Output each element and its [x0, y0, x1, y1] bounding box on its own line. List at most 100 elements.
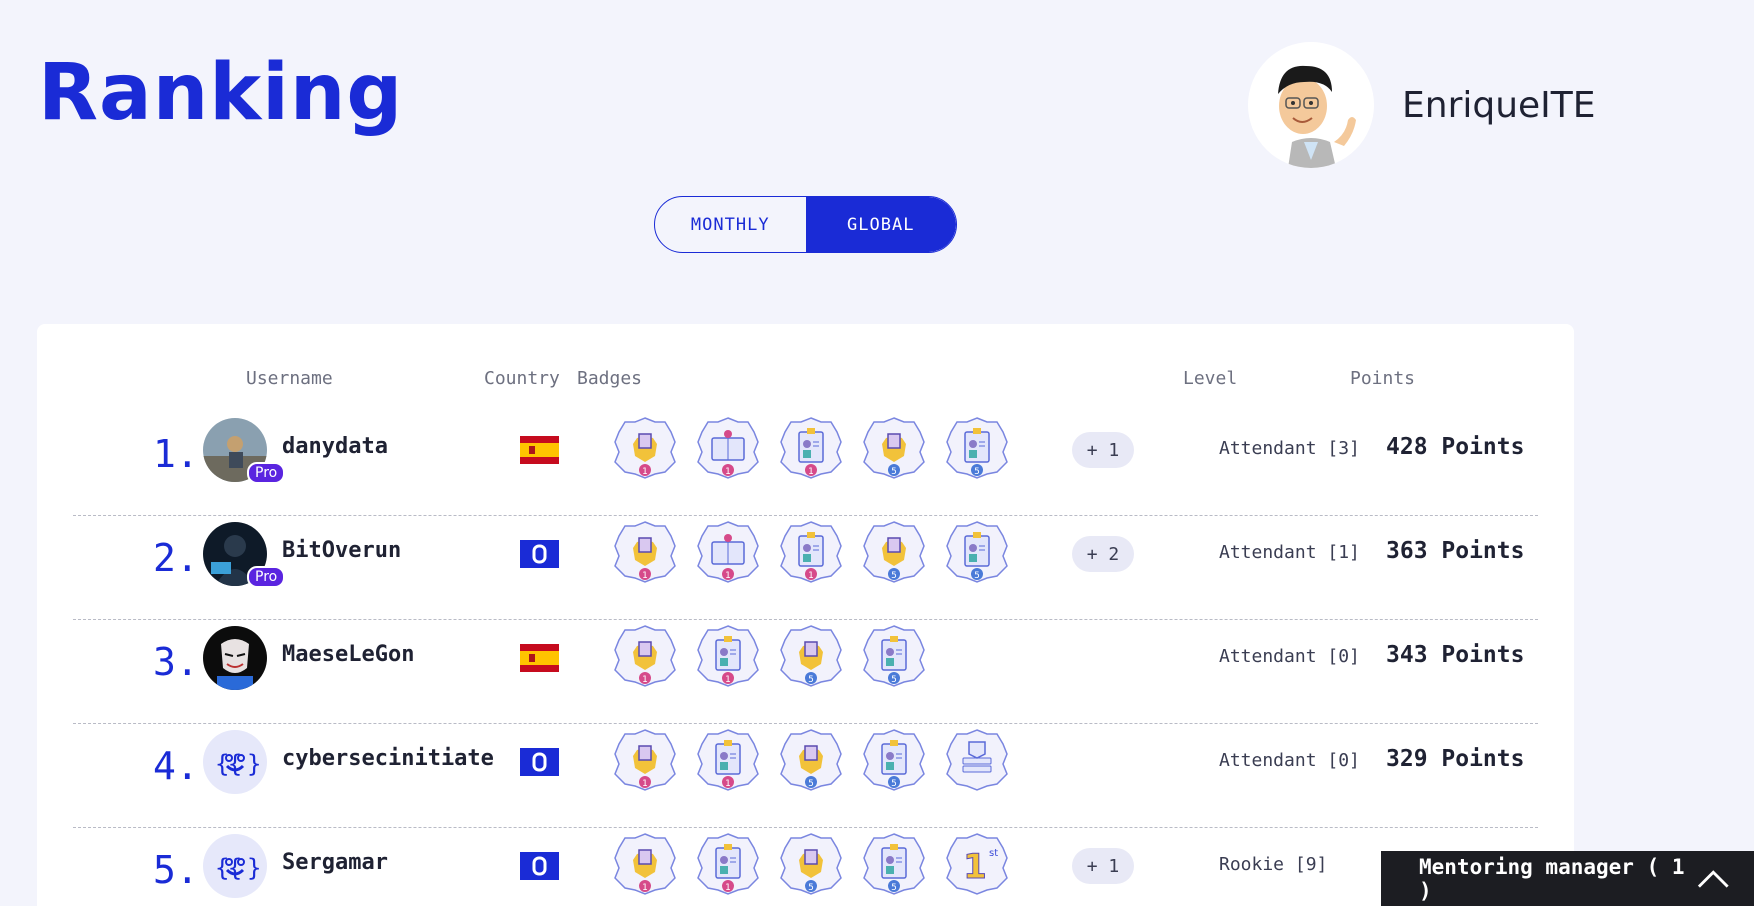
- id-card-1-badge-icon[interactable]: 1: [779, 520, 843, 584]
- svg-text:1: 1: [725, 883, 731, 893]
- svg-text:5: 5: [974, 571, 980, 581]
- tab-global[interactable]: GLOBAL: [805, 197, 956, 252]
- id-card-5-badge-icon[interactable]: 5: [862, 832, 926, 896]
- id-card-1-badge-icon[interactable]: 1: [779, 416, 843, 480]
- id-card-1-badge-icon[interactable]: 1: [696, 728, 760, 792]
- pro-badge: Pro: [247, 566, 286, 588]
- username[interactable]: danydata: [282, 434, 388, 459]
- svg-text:1: 1: [963, 847, 987, 887]
- id-card-5-badge-icon[interactable]: 5: [862, 728, 926, 792]
- page-title: Ranking: [38, 48, 404, 138]
- id-card-5-badge-icon[interactable]: 5: [945, 416, 1009, 480]
- id-card-1-badge-icon[interactable]: 1: [696, 832, 760, 896]
- svg-text:5: 5: [808, 779, 814, 789]
- column-header-level: Level: [1183, 368, 1238, 389]
- tab-monthly[interactable]: MONTHLY: [655, 197, 806, 252]
- svg-text:5: 5: [891, 883, 897, 893]
- level-label: Attendant [0]: [1219, 646, 1360, 667]
- points-value: 329 Points: [1386, 746, 1525, 772]
- badge-list: 1 1 5 5: [613, 728, 1009, 792]
- fist-gear-5-badge-icon[interactable]: 5: [779, 832, 843, 896]
- table-row[interactable]: 2. Pro BitOverun 11155 + 2 Attendant [1]…: [73, 516, 1538, 620]
- id-card-5-badge-icon[interactable]: 5: [862, 624, 926, 688]
- svg-text:5: 5: [974, 467, 980, 477]
- badge-list: 1 1 1 5 5: [613, 416, 1009, 480]
- fist-gear-1-badge-icon[interactable]: 1: [613, 728, 677, 792]
- table-row[interactable]: 4. {{} cybersecinitiate 1155 Attendant […: [73, 724, 1538, 828]
- mentoring-manager-bar[interactable]: Mentoring manager ( 1 ): [1381, 851, 1754, 906]
- points-value: 363 Points: [1386, 538, 1525, 564]
- ranking-period-toggle[interactable]: MONTHLY GLOBAL: [654, 196, 957, 253]
- svg-text:5: 5: [891, 467, 897, 477]
- svg-text:1: 1: [808, 571, 814, 581]
- svg-text:}: }: [247, 854, 261, 882]
- svg-text:5: 5: [808, 675, 814, 685]
- user-avatar[interactable]: [1248, 42, 1374, 168]
- svg-text:5: 5: [891, 571, 897, 581]
- spain-flag-icon: [520, 436, 559, 464]
- ranking-table: Username Country Badges Level Points 1. …: [37, 324, 1574, 906]
- user-avatar[interactable]: {{}: [203, 834, 267, 898]
- fist-gear-1-badge-icon[interactable]: 1: [613, 520, 677, 584]
- fist-gear-5-badge-icon[interactable]: 5: [862, 520, 926, 584]
- more-badges-button[interactable]: + 1: [1072, 848, 1134, 884]
- column-header-username: Username: [246, 368, 333, 389]
- fist-gear-5-badge-icon[interactable]: 5: [779, 728, 843, 792]
- column-header-country: Country: [484, 368, 560, 389]
- user-avatar[interactable]: Pro: [203, 418, 286, 484]
- fist-gear-5-badge-icon[interactable]: 5: [779, 624, 843, 688]
- bitmoji-avatar-icon: [1248, 42, 1374, 168]
- map-book-1-badge-icon[interactable]: 1: [696, 416, 760, 480]
- table-row[interactable]: 5. {{} Sergamar 11551st + 1 Rookie [9] 2…: [73, 828, 1538, 906]
- svg-text:st: st: [989, 848, 998, 859]
- user-avatar[interactable]: [203, 626, 267, 690]
- svg-text:1: 1: [725, 779, 731, 789]
- id-card-1-badge-icon[interactable]: 1: [696, 624, 760, 688]
- first-place-badge-icon[interactable]: 1st: [945, 832, 1009, 896]
- level-label: Attendant [1]: [1219, 542, 1360, 563]
- fist-gear-1-badge-icon[interactable]: 1: [613, 624, 677, 688]
- mentoring-manager-label: Mentoring manager ( 1 ): [1419, 854, 1685, 903]
- user-name[interactable]: EnriqueITE: [1402, 85, 1596, 126]
- svg-text:5: 5: [891, 779, 897, 789]
- svg-text:{: {: [215, 750, 229, 778]
- svg-text:{: {: [215, 854, 229, 882]
- username[interactable]: MaeseLeGon: [282, 642, 414, 667]
- fist-gear-5-badge-icon[interactable]: 5: [862, 416, 926, 480]
- unknown-flag-icon: [520, 540, 559, 568]
- map-book-1-badge-icon[interactable]: 1: [696, 520, 760, 584]
- column-header-points: Points: [1350, 368, 1416, 389]
- fist-gear-1-badge-icon[interactable]: 1: [613, 416, 677, 480]
- pro-badge: Pro: [247, 462, 286, 484]
- level-label: Attendant [0]: [1219, 750, 1360, 771]
- svg-text:1: 1: [642, 675, 648, 685]
- level-label: Attendant [3]: [1219, 438, 1360, 459]
- table-row[interactable]: 3. MaeseLeGon 1155 Attendant [0] 343 Poi…: [73, 620, 1538, 724]
- points-value: 428 Points: [1386, 434, 1525, 460]
- username[interactable]: cybersecinitiate: [282, 746, 494, 771]
- svg-text:1: 1: [642, 883, 648, 893]
- user-avatar[interactable]: Pro: [203, 522, 286, 588]
- id-card-5-badge-icon[interactable]: 5: [945, 520, 1009, 584]
- user-avatar[interactable]: {{}: [203, 730, 267, 794]
- unknown-flag-icon: [520, 852, 559, 880]
- badge-list: 1 1 1 5 5: [613, 520, 1009, 584]
- svg-text:5: 5: [891, 675, 897, 685]
- username[interactable]: BitOverun: [282, 538, 401, 563]
- unknown-flag-icon: [520, 748, 559, 776]
- table-row[interactable]: 1. Pro danydata 11155 + 1 Attendant [3] …: [73, 412, 1538, 516]
- username[interactable]: Sergamar: [282, 850, 388, 875]
- svg-text:1: 1: [725, 675, 731, 685]
- fist-gear-1-badge-icon[interactable]: 1: [613, 832, 677, 896]
- badge-list: 1 1 5 5: [613, 624, 926, 688]
- badge-list: 1 1 5 5 1st: [613, 832, 1009, 896]
- column-header-badges: Badges: [577, 368, 643, 389]
- level-label: Rookie [9]: [1219, 854, 1328, 875]
- server-shield-badge-icon[interactable]: [945, 728, 1009, 792]
- chevron-up-icon[interactable]: [1697, 869, 1730, 889]
- svg-text:1: 1: [642, 779, 648, 789]
- more-badges-button[interactable]: + 2: [1072, 536, 1134, 572]
- spain-flag-icon: [520, 644, 559, 672]
- user-profile[interactable]: EnriqueITE: [1248, 42, 1596, 168]
- more-badges-button[interactable]: + 1: [1072, 432, 1134, 468]
